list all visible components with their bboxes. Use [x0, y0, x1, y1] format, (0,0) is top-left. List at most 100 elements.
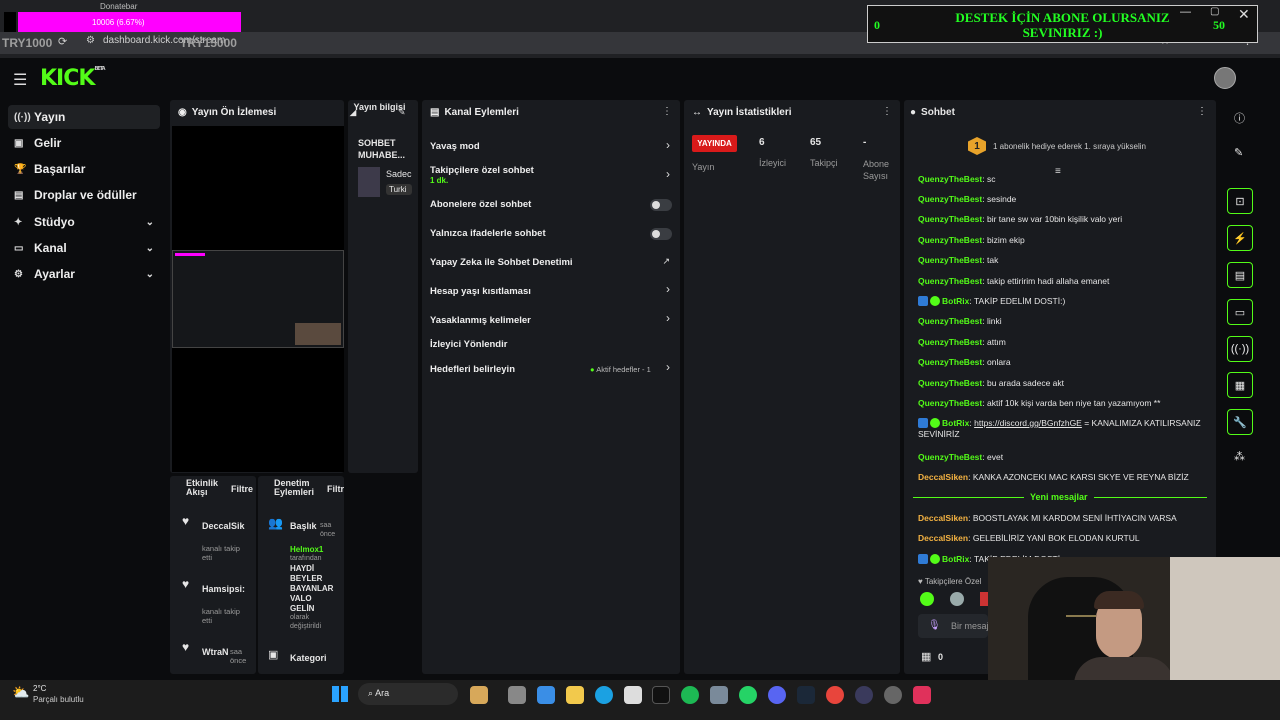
emote-kick-icon[interactable] — [920, 592, 934, 606]
subs-chat-toggle[interactable] — [650, 199, 672, 211]
panel-title: Yayın Ön İzlemesi — [191, 106, 277, 118]
info-icon[interactable]: ⓘ — [1234, 110, 1245, 126]
discord-icon[interactable] — [768, 686, 786, 704]
preview-webcam-thumb — [295, 323, 341, 345]
stream-stats-header: ↔ Yayın İstatistikleri — [684, 100, 900, 124]
activity-filter[interactable]: Filtre — [231, 484, 253, 494]
viewers-value: 6 — [759, 137, 765, 148]
sidebar-item-droplar[interactable]: ▤ Droplar ve ödüller — [8, 183, 160, 207]
gear-icon: ⚙ — [14, 268, 23, 280]
sidebar-item-yayin[interactable]: ((·)) Yayın — [8, 105, 160, 129]
ai-moderation-label[interactable]: Yapay Zeka ile Sohbet Denetimi — [430, 257, 573, 268]
windows-start-icon[interactable] — [332, 686, 348, 702]
edit-stream-info-icon[interactable]: ✎ — [398, 107, 406, 118]
sidebar-item-kanal[interactable]: ▭ Kanal ⌄ — [8, 236, 160, 260]
subs-chat-label: Abonelere özel sohbet — [430, 199, 532, 210]
steam-icon[interactable] — [797, 686, 815, 704]
account-age-label[interactable]: Hesap yaşı kısıtlaması — [430, 286, 531, 297]
set-goals-label[interactable]: Hedefleri belirleyin — [430, 364, 515, 375]
chevron-right-icon[interactable]: › — [666, 282, 670, 296]
app-red-icon[interactable] — [913, 686, 931, 704]
stats-icon: ↔ — [692, 106, 702, 118]
more-options-icon[interactable]: ⋮ — [662, 106, 672, 117]
window-minimize-icon[interactable]: — — [1180, 6, 1191, 18]
sidebar-item-ayarlar[interactable]: ⚙ Ayarlar ⌄ — [8, 262, 160, 286]
moderation-filter[interactable]: Filtr — [327, 484, 344, 494]
app-gear-icon[interactable] — [710, 686, 728, 704]
external-link-icon[interactable]: ↗ — [662, 256, 670, 267]
tools-button[interactable]: 🔧 — [1227, 409, 1253, 435]
followers-chat-label[interactable]: Takipçilere özel sohbet — [430, 165, 534, 176]
obs-icon[interactable] — [855, 686, 873, 704]
slow-mode-label[interactable]: Yavaş mod — [430, 141, 480, 152]
chat-input-placeholder: Bir mesaj — [951, 621, 989, 631]
chat-link[interactable]: https://discord.gg/BGnfzhGE — [974, 418, 1082, 428]
chrome-icon[interactable] — [826, 686, 844, 704]
task-view-icon[interactable] — [508, 686, 526, 704]
clip-button[interactable]: ⊡ — [1227, 188, 1253, 214]
mod-item-user: Helmox1 — [290, 545, 324, 554]
more-options-icon[interactable]: ⋮ — [882, 106, 892, 117]
notes-button[interactable]: ▤ — [1227, 262, 1253, 288]
layout-button[interactable]: ▦ — [1227, 372, 1253, 398]
window-close-icon[interactable]: ✕ — [1238, 6, 1250, 23]
taskbar-search[interactable]: ⌕ Ara — [358, 683, 458, 705]
gift-leaderboard-text[interactable]: 1 abonelik hediye ederek 1. sıraya yükse… — [993, 142, 1146, 151]
followers-label: Takipçi — [810, 158, 838, 168]
emote-chat-toggle[interactable] — [650, 228, 672, 240]
chat-points-icon[interactable]: ▦ — [921, 650, 931, 663]
followers-value: 65 — [810, 137, 822, 148]
banned-words-label[interactable]: Yasaklanmış kelimeler — [430, 315, 531, 326]
spotify-icon[interactable] — [681, 686, 699, 704]
widgets-icon[interactable] — [470, 686, 488, 704]
followers-chat-duration: 1 dk. — [430, 176, 449, 185]
verified-icon — [930, 554, 940, 564]
chat-button[interactable]: ▭ — [1227, 299, 1253, 325]
bot-icon — [918, 554, 928, 564]
chevron-right-icon[interactable]: › — [666, 167, 670, 181]
broadcast-icon: ((·)) — [14, 111, 31, 123]
activity-user: WtraN — [202, 647, 229, 657]
reload-icon[interactable]: ⟳ — [58, 35, 67, 48]
broadcast-button[interactable]: ((·)) — [1227, 336, 1253, 362]
store-icon[interactable] — [624, 686, 642, 704]
kick-logo[interactable]: KICKBETA — [40, 66, 106, 91]
chat-message: QuenzyTheBest: bu arada sadece akt — [918, 378, 1065, 388]
site-info-icon[interactable]: ⚙ — [86, 35, 95, 46]
chevron-right-icon[interactable]: › — [666, 360, 670, 374]
preview-video-frame[interactable] — [172, 250, 344, 348]
user-avatar[interactable] — [1214, 67, 1236, 89]
chevron-right-icon[interactable]: › — [666, 138, 670, 152]
app-icon[interactable] — [884, 686, 902, 704]
panel-title: Kanal Eylemleri — [444, 106, 519, 118]
edit-icon[interactable]: ✎ — [1234, 146, 1243, 159]
revenue-icon: ▣ — [14, 137, 24, 149]
sidebar-item-label: Kanal — [34, 241, 67, 255]
more-options-icon[interactable]: ⋮ — [1197, 106, 1207, 117]
file-explorer-icon[interactable] — [566, 686, 584, 704]
bot-icon — [918, 418, 928, 428]
sidebar-item-gelir[interactable]: ▣ Gelir — [8, 131, 160, 155]
tiktok-icon[interactable] — [652, 686, 670, 704]
weather-icon[interactable]: ⛅ — [12, 684, 29, 701]
sidebar-item-label: Droplar ve ödüller — [34, 188, 137, 202]
emote-extra-icon[interactable] — [980, 592, 988, 606]
sidebar-item-label: Stüdyo — [34, 215, 75, 229]
whatsapp-icon[interactable] — [739, 686, 757, 704]
sidebar-item-basarilar[interactable]: 🏆 Başarılar — [8, 157, 160, 181]
sidebar-item-label: Başarılar — [34, 162, 86, 176]
mic-icon[interactable]: 🎙 — [928, 620, 941, 631]
user-edit-icon: 👥 — [268, 516, 283, 530]
emote-steam-icon[interactable] — [950, 592, 964, 606]
copilot-icon[interactable] — [537, 686, 555, 704]
window-maximize-icon[interactable]: ▢ — [1210, 6, 1219, 17]
edge-icon[interactable] — [595, 686, 613, 704]
viewer-redirect-label[interactable]: İzleyici Yönlendir — [430, 339, 507, 350]
chevron-right-icon[interactable]: › — [666, 311, 670, 325]
hamburger-menu-icon[interactable]: ☰ — [13, 70, 27, 90]
sidebar-item-studyo[interactable]: ✦ Stüdyo ⌄ — [8, 210, 160, 234]
banner-right-count: 50 — [1213, 18, 1225, 32]
mod-item-line: olarak — [290, 614, 310, 621]
more-apps-icon[interactable]: ⁂ — [1234, 450, 1245, 463]
raid-button[interactable]: ⚡ — [1227, 225, 1253, 251]
